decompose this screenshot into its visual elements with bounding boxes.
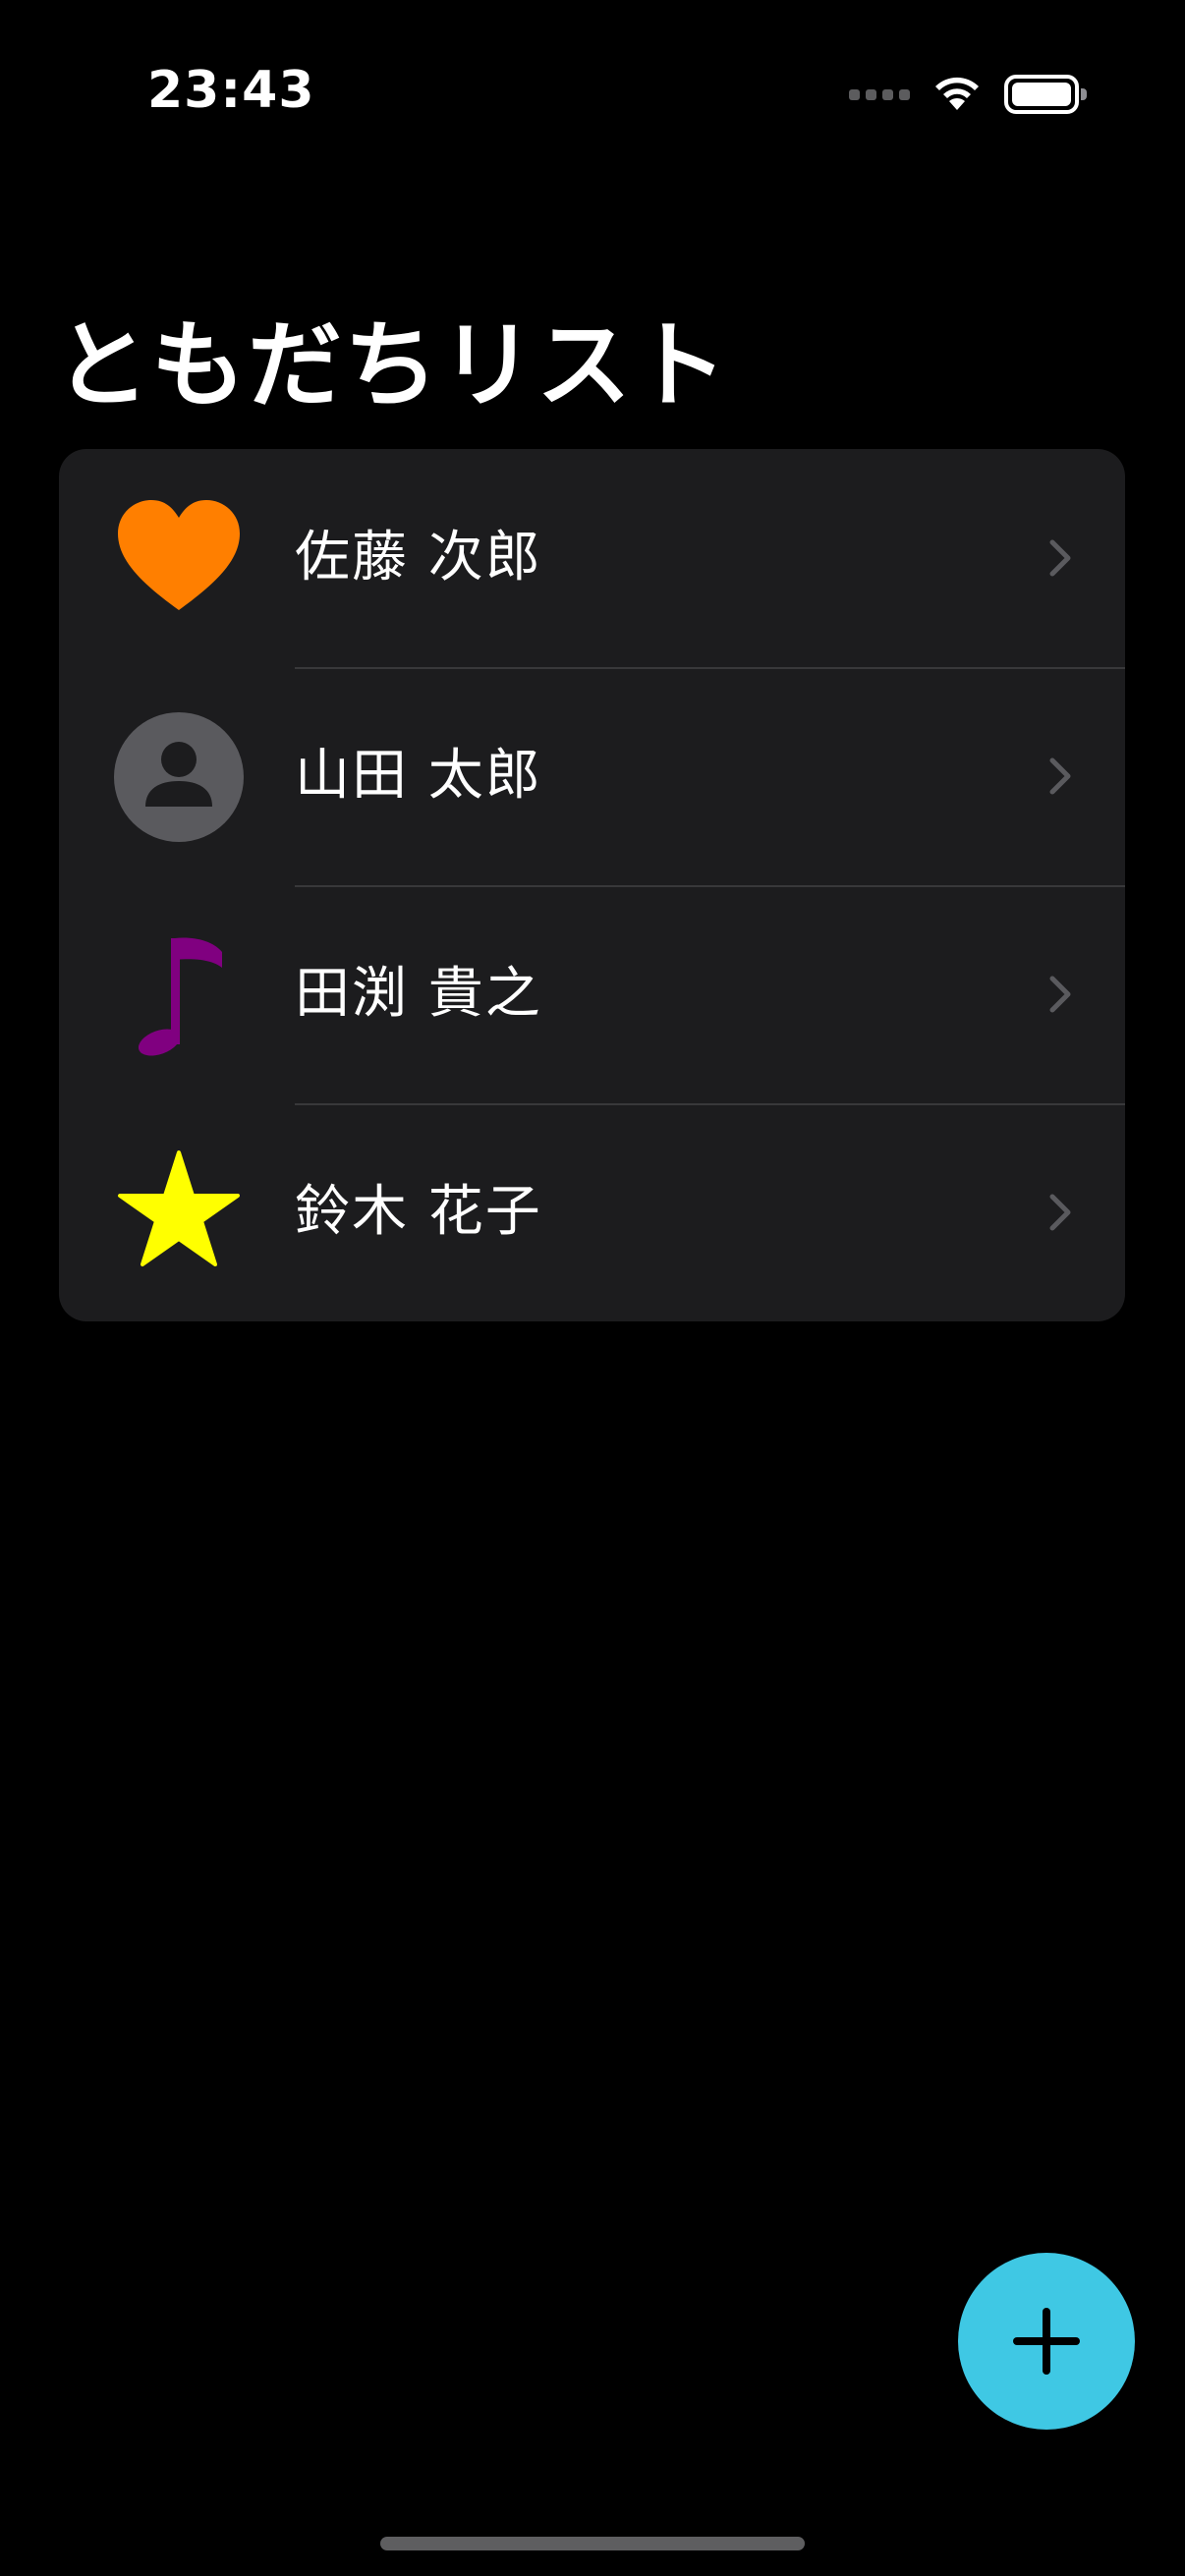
chevron-right-icon bbox=[1048, 538, 1072, 578]
chevron-right-icon bbox=[1048, 1193, 1072, 1232]
status-time: 23:43 bbox=[147, 61, 315, 120]
add-friend-button[interactable] bbox=[958, 2253, 1135, 2430]
page-title: ともだちリスト bbox=[55, 310, 729, 420]
friend-row[interactable]: 山田 太郎 bbox=[59, 667, 1125, 885]
status-icons bbox=[849, 71, 1087, 118]
friend-name: 田渕 貴之 bbox=[295, 962, 542, 1026]
music-note-icon bbox=[114, 930, 244, 1060]
friend-row[interactable]: 佐藤 次郎 bbox=[59, 449, 1125, 667]
wifi-icon bbox=[931, 73, 983, 116]
person-icon bbox=[114, 712, 244, 842]
heart-icon bbox=[114, 494, 244, 624]
chevron-right-icon bbox=[1048, 756, 1072, 796]
battery-icon bbox=[1004, 75, 1087, 114]
friend-row[interactable]: 田渕 貴之 bbox=[59, 885, 1125, 1103]
star-icon bbox=[114, 1148, 244, 1278]
friend-name: 鈴木 花子 bbox=[295, 1180, 542, 1244]
friend-list: 佐藤 次郎 山田 太郎 田渕 貴之 鈴木 花子 bbox=[59, 449, 1125, 1321]
chevron-right-icon bbox=[1048, 975, 1072, 1014]
friend-row[interactable]: 鈴木 花子 bbox=[59, 1103, 1125, 1321]
cellular-signal-icon bbox=[849, 88, 910, 100]
plus-icon bbox=[1013, 2308, 1080, 2375]
friend-name: 佐藤 次郎 bbox=[295, 526, 542, 589]
friend-name: 山田 太郎 bbox=[295, 744, 542, 808]
status-bar: 23:43 bbox=[0, 0, 1185, 187]
home-indicator[interactable] bbox=[380, 2537, 805, 2550]
